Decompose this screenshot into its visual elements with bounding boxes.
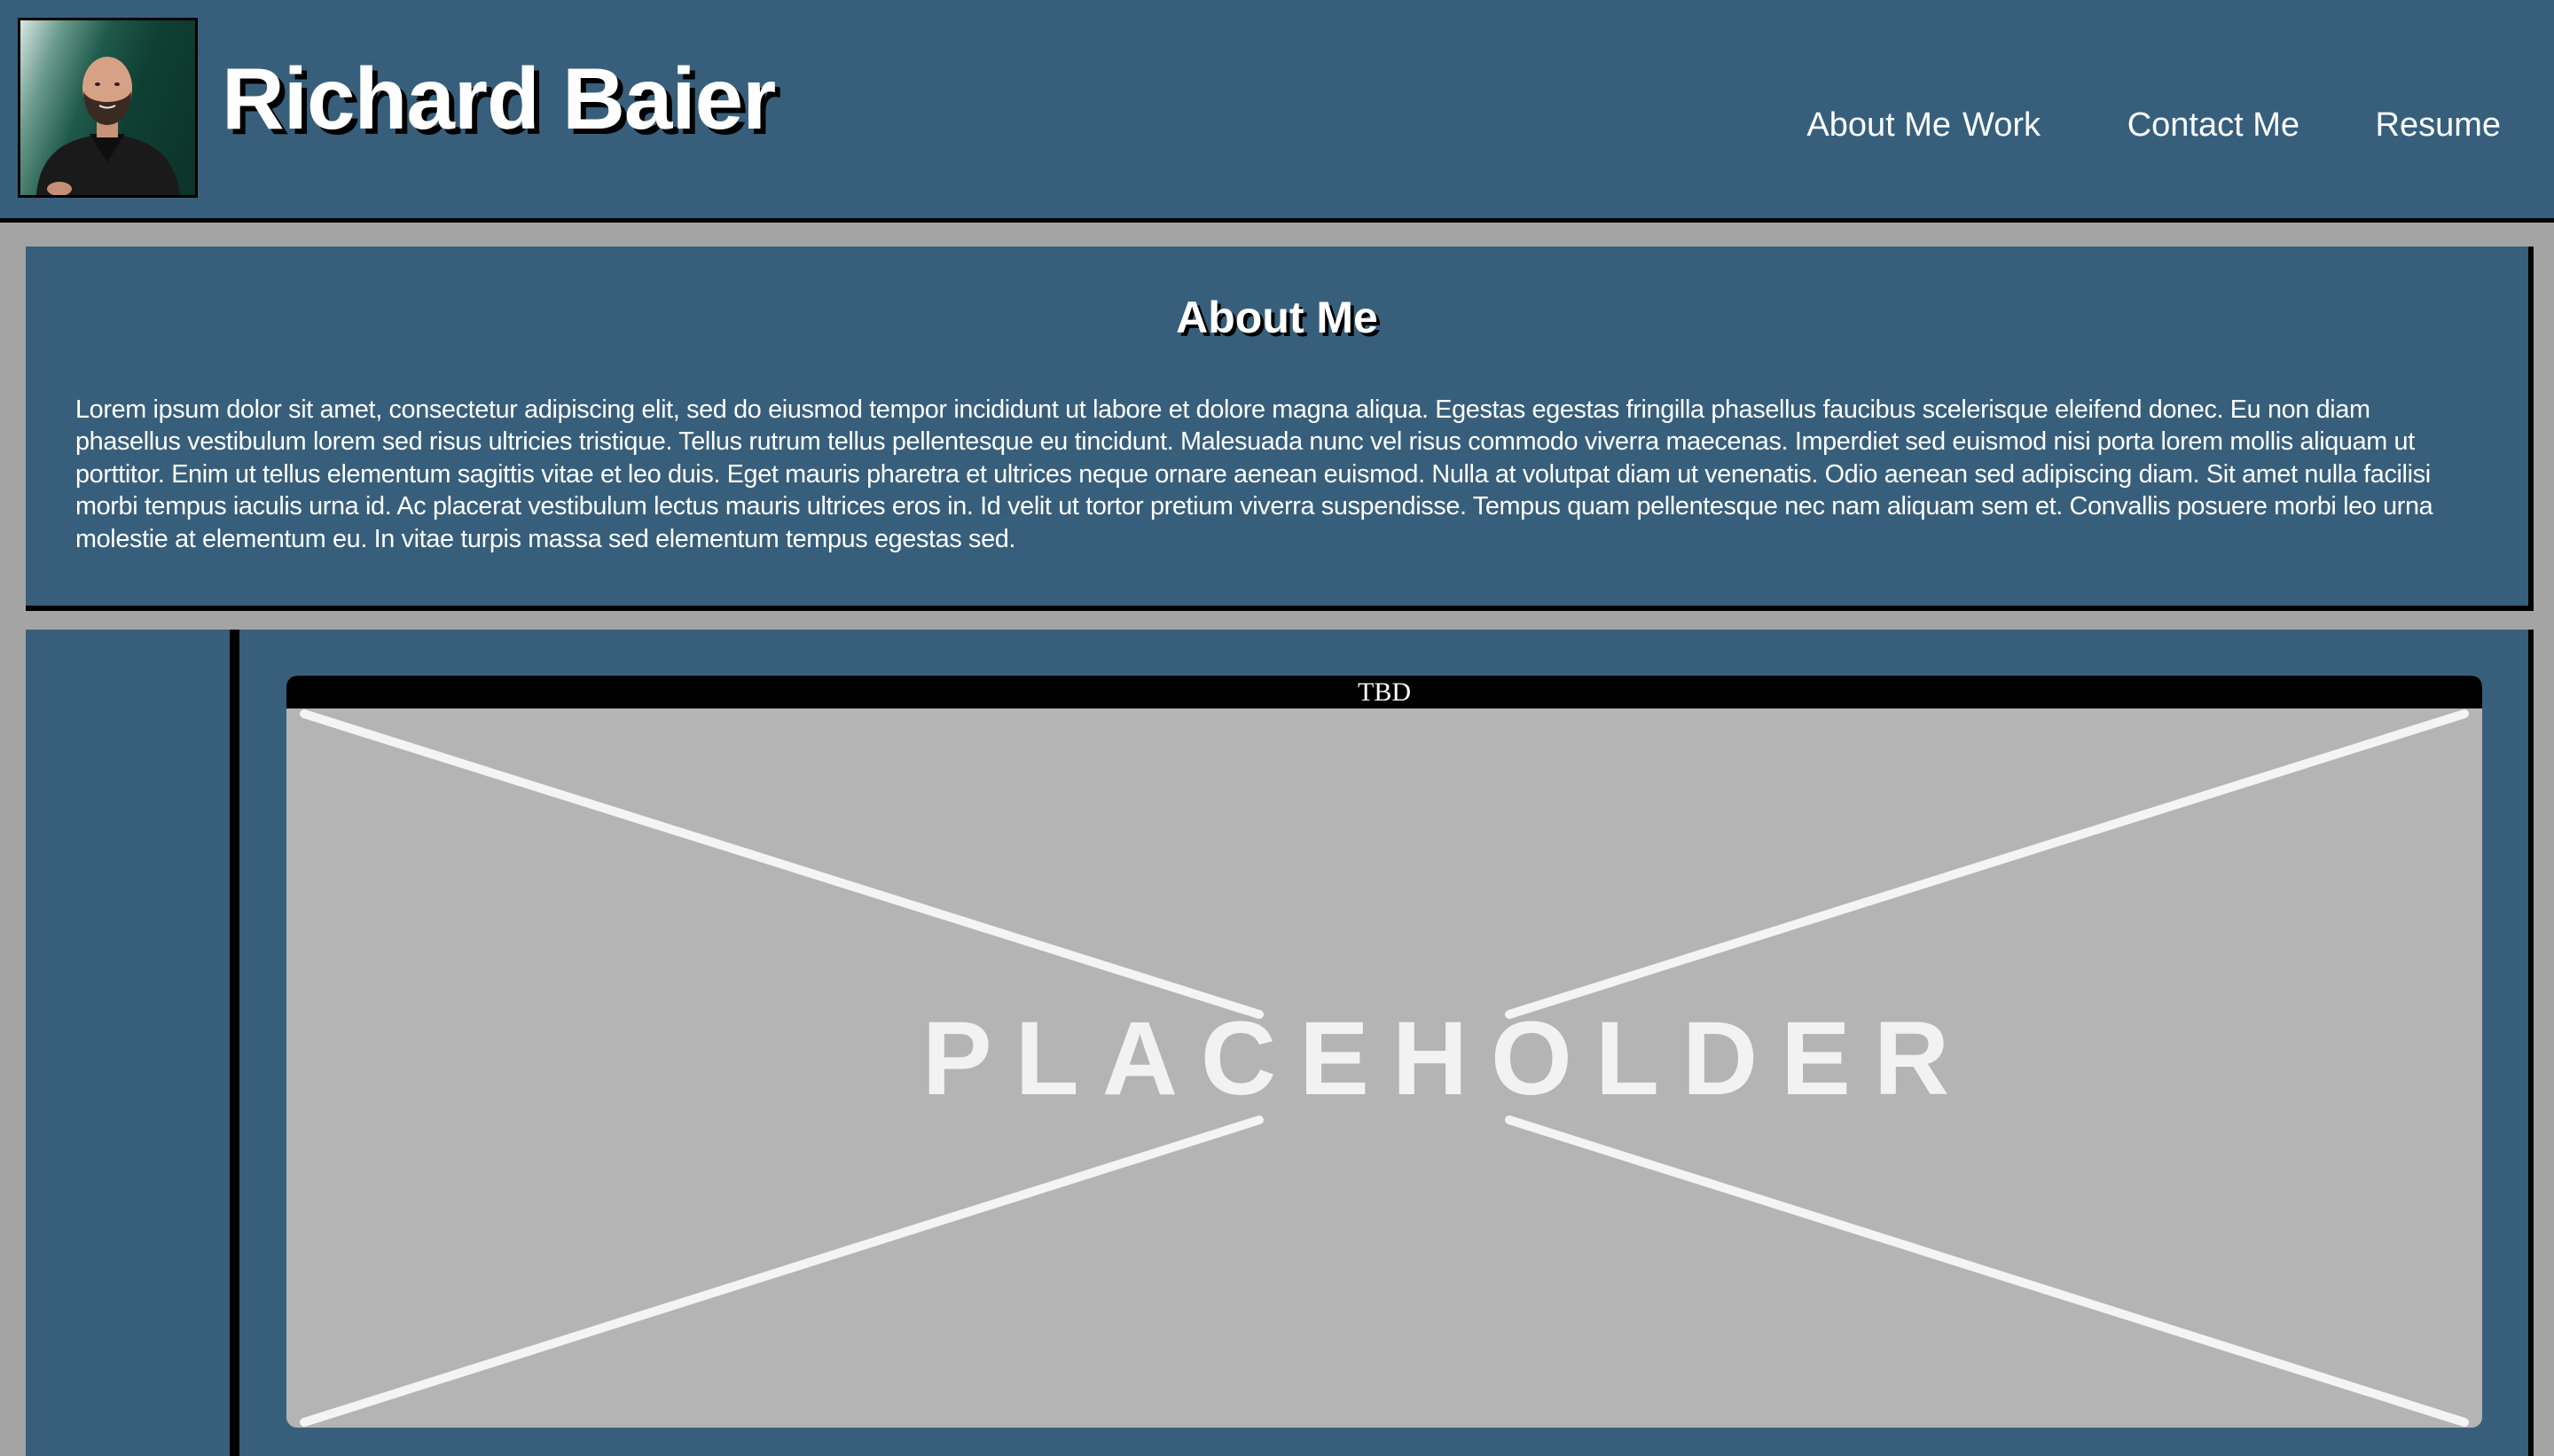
work-section: TBD PLACEHOLDER: [26, 630, 2534, 1456]
nav-link-resume[interactable]: Resume: [2376, 101, 2502, 149]
about-section: About Me Lorem ipsum dolor sit amet, con…: [26, 247, 2534, 611]
nav-link-about-me[interactable]: About Me: [1806, 101, 1951, 149]
page: Richard Baier About Me Work Contact Me R…: [0, 0, 2554, 1456]
placeholder-image: PLACEHOLDER: [286, 708, 2482, 1428]
nav-link-contact-me[interactable]: Contact Me: [2127, 101, 2299, 149]
about-heading: About Me: [1176, 293, 1378, 342]
placeholder-text: PLACEHOLDER: [922, 1000, 1972, 1117]
avatar: [18, 18, 198, 198]
profile-photo-icon: [36, 57, 180, 195]
project-card[interactable]: TBD PLACEHOLDER: [286, 676, 2482, 1428]
work-sidebar: [26, 630, 239, 1456]
nav-link-work[interactable]: Work: [1963, 101, 2041, 149]
site-title: Richard Baier: [222, 50, 776, 147]
site-header: Richard Baier About Me Work Contact Me R…: [0, 0, 2554, 223]
project-title: TBD: [286, 676, 2482, 708]
about-text: Lorem ipsum dolor sit amet, consectetur …: [75, 395, 2433, 553]
